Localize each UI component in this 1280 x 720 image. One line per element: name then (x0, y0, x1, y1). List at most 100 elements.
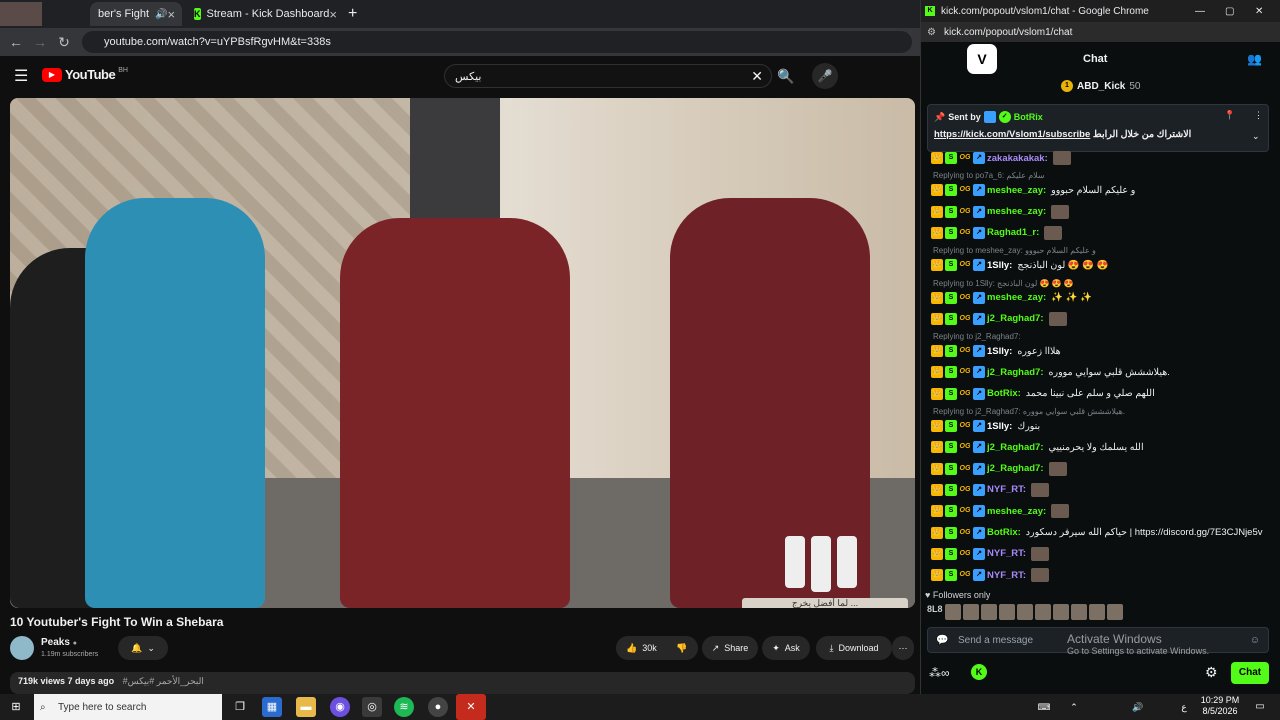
back-icon[interactable]: ← (4, 34, 28, 50)
mic-icon[interactable]: 🎤 (812, 63, 838, 89)
reply-context[interactable]: Replying to po7a_6: سلام عليكم (933, 171, 1045, 180)
more-icon[interactable]: ⋯ (892, 636, 914, 660)
chat-message[interactable]: 👑 S OG ↗ Raghad1_r: (931, 225, 1271, 241)
chat-message[interactable]: 👑 S OG ↗ NYF_RT: (931, 482, 1271, 498)
search-icon[interactable]: 🔍 (772, 64, 800, 88)
like-button[interactable]: 👍 30k 👎 (616, 636, 698, 660)
language-indicator[interactable]: ع (1174, 697, 1194, 717)
new-tab-button[interactable]: + (340, 2, 364, 26)
chat-message[interactable]: 👑 S OG ↗ j2_Raghad7: (931, 461, 1271, 477)
keyboard-icon[interactable]: ⌨ (1034, 697, 1054, 717)
channel-logo[interactable]: V (967, 44, 997, 74)
reply-context[interactable]: Replying to j2_Raghad7: هيلاششش قلبي سوا… (933, 407, 1125, 416)
youtube-logo[interactable]: ▶ YouTube BH (42, 67, 128, 82)
avatar[interactable] (998, 604, 1015, 620)
chat-username[interactable]: NYF_RT: (987, 548, 1026, 559)
notification-icon[interactable]: ▭ (1250, 697, 1270, 717)
avatar[interactable] (962, 604, 979, 620)
spotify-icon[interactable]: ≋ (394, 697, 414, 717)
chat-username[interactable]: 1Slly: (987, 260, 1012, 271)
chat-message[interactable]: 👑 S OG ↗ 1Slly: بنورك (931, 418, 1271, 434)
chat-username[interactable]: j2_Raghad7: (987, 463, 1044, 474)
chat-message[interactable]: 👑 S OG ↗ zakakakakak: (931, 150, 1271, 166)
chat-message[interactable]: 👑 S OG ↗ BotRix: اللهم صلي و سلم على نبينا مح… (931, 386, 1271, 402)
chat-message[interactable]: 👑 S OG ↗ j2_Raghad7: (931, 311, 1271, 327)
close-icon[interactable]: ✕ (1255, 6, 1263, 17)
chevron-down-icon[interactable]: ⌄ (1252, 131, 1260, 142)
reply-context[interactable]: Replying to 1Slly: لون الباذنجج 😍 😍 😍 (933, 279, 1074, 288)
chat-username[interactable]: Raghad1_r: (987, 227, 1039, 238)
chat-message[interactable]: 👑 S OG ↗ NYF_RT: (931, 546, 1271, 562)
subscribe-notification-button[interactable]: 🔔 ⌄ (118, 636, 168, 660)
ask-button[interactable]: ✦ Ask (762, 636, 810, 660)
tray-chevron-icon[interactable]: ⌃ (1064, 697, 1084, 717)
emote-picker-icon[interactable]: ⁂∞ (929, 666, 950, 680)
close-icon[interactable]: × (329, 7, 337, 22)
chat-message[interactable]: 👑 S OG ↗ meshee_zay: (931, 204, 1271, 220)
store-icon[interactable]: ▦ (262, 697, 282, 717)
reply-context[interactable]: Replying to meshee_zay: و عليكم السلام ح… (933, 246, 1096, 255)
avatar[interactable] (980, 604, 997, 620)
url-field[interactable]: kick.com/popout/vslom1/chat (944, 27, 1072, 38)
chat-message[interactable]: 👑 S OG ↗ 1Slly: لون الباذنجج 😍 😍 😍 (931, 257, 1271, 273)
chat-message[interactable]: 👑 S OG ↗ BotRix: حياكم الله سيرفر دسكورد | ht… (931, 525, 1271, 541)
chat-username[interactable]: meshee_zay: (987, 292, 1046, 303)
reload-icon[interactable]: ↻ (52, 34, 76, 51)
avatar[interactable] (1052, 604, 1069, 620)
site-settings-icon[interactable]: ⚙ (927, 27, 936, 38)
close-icon[interactable]: × (167, 7, 175, 22)
chat-username[interactable]: zakakakakak: (987, 153, 1048, 164)
kick-icon[interactable]: K (971, 664, 987, 680)
description-box[interactable]: 719k views 7 days ago #البحر_الأحمر #بيك… (10, 672, 915, 694)
url-field[interactable]: youtube.com/watch?v=uYPBsfRgvHM&t=338s (82, 31, 912, 53)
menu-icon[interactable]: ☰ (14, 66, 28, 86)
avatar[interactable] (1088, 604, 1105, 620)
unpin-icon[interactable]: 📍 (1224, 110, 1235, 121)
chat-message[interactable]: 👑 S OG ↗ j2_Raghad7: الله يسلمك ولا يحرمنييي (931, 439, 1271, 455)
users-icon[interactable]: 👥 (1247, 52, 1262, 66)
maximize-icon[interactable]: ▢ (1225, 6, 1234, 17)
chat-username[interactable]: j2_Raghad7: (987, 442, 1044, 453)
chat-send-button[interactable]: Chat (1231, 662, 1269, 684)
emoji-icon[interactable]: ☺ (1250, 635, 1260, 646)
chat-message[interactable]: 👑 S OG ↗ j2_Raghad7: هيلاششش قلبي سوايي مووره… (931, 364, 1271, 380)
chat-username[interactable]: NYF_RT: (987, 484, 1026, 495)
avatar[interactable] (1106, 604, 1123, 620)
task-view-icon[interactable]: ❐ (230, 697, 250, 717)
chrome-icon[interactable]: ◎ (362, 697, 382, 717)
messenger-icon[interactable]: ◉ (330, 697, 350, 717)
app-close-icon[interactable]: ✕ (456, 694, 486, 720)
windows-start-icon[interactable]: ⊞ (6, 697, 26, 717)
search-input[interactable]: بيكس ✕ (444, 64, 772, 88)
avatar[interactable] (10, 636, 34, 660)
tab-kick-dashboard[interactable]: K Stream - Kick Dashboard × (186, 2, 337, 26)
chat-username[interactable]: NYF_RT: (987, 570, 1026, 581)
chat-username[interactable]: meshee_zay: (987, 185, 1046, 196)
dislike-icon[interactable]: 👎 (676, 643, 687, 654)
chat-username[interactable]: 1Slly: (987, 421, 1012, 432)
speaker-icon[interactable]: 🔊 (155, 9, 167, 20)
avatar[interactable] (944, 604, 961, 620)
avatar[interactable] (1016, 604, 1033, 620)
clock[interactable]: 10:29 PM 8/5/2026 (1196, 695, 1244, 717)
chat-username[interactable]: BotRix: (987, 388, 1021, 399)
video-player[interactable]: لما أفضل يخرج ... (10, 98, 915, 608)
tab-thumbnail[interactable] (0, 2, 42, 26)
chat-username[interactable]: j2_Raghad7: (987, 367, 1044, 378)
forward-icon[interactable]: → (28, 34, 52, 50)
download-button[interactable]: ⤓ Download (816, 636, 892, 660)
chat-message[interactable]: 👑 S OG ↗ meshee_zay: (931, 503, 1271, 519)
chat-message[interactable]: 👑 S OG ↗ meshee_zay: و عليكم السلام حبووو (931, 182, 1271, 198)
minimize-icon[interactable]: — (1195, 6, 1205, 17)
chat-username[interactable]: meshee_zay: (987, 206, 1046, 217)
clear-icon[interactable]: ✕ (751, 68, 763, 85)
taskbar-search-input[interactable]: ⌕ Type here to search (34, 694, 222, 720)
chat-message[interactable]: 👑 S OG ↗ 1Slly: هلااا زعوره (931, 343, 1271, 359)
pinned-link[interactable]: https://kick.com/Vslom1/subscribe (934, 129, 1090, 140)
share-button[interactable]: ↗ Share (702, 636, 758, 660)
volume-icon[interactable]: 🔊 (1128, 697, 1148, 717)
chat-message[interactable]: 👑 S OG ↗ NYF_RT: (931, 567, 1271, 583)
avatar[interactable] (1034, 604, 1051, 620)
chat-message[interactable]: 👑 S OG ↗ meshee_zay: ✨ ✨ ✨ (931, 290, 1271, 306)
tab-youtube[interactable]: ber's Fight 🔊 × (90, 2, 182, 26)
